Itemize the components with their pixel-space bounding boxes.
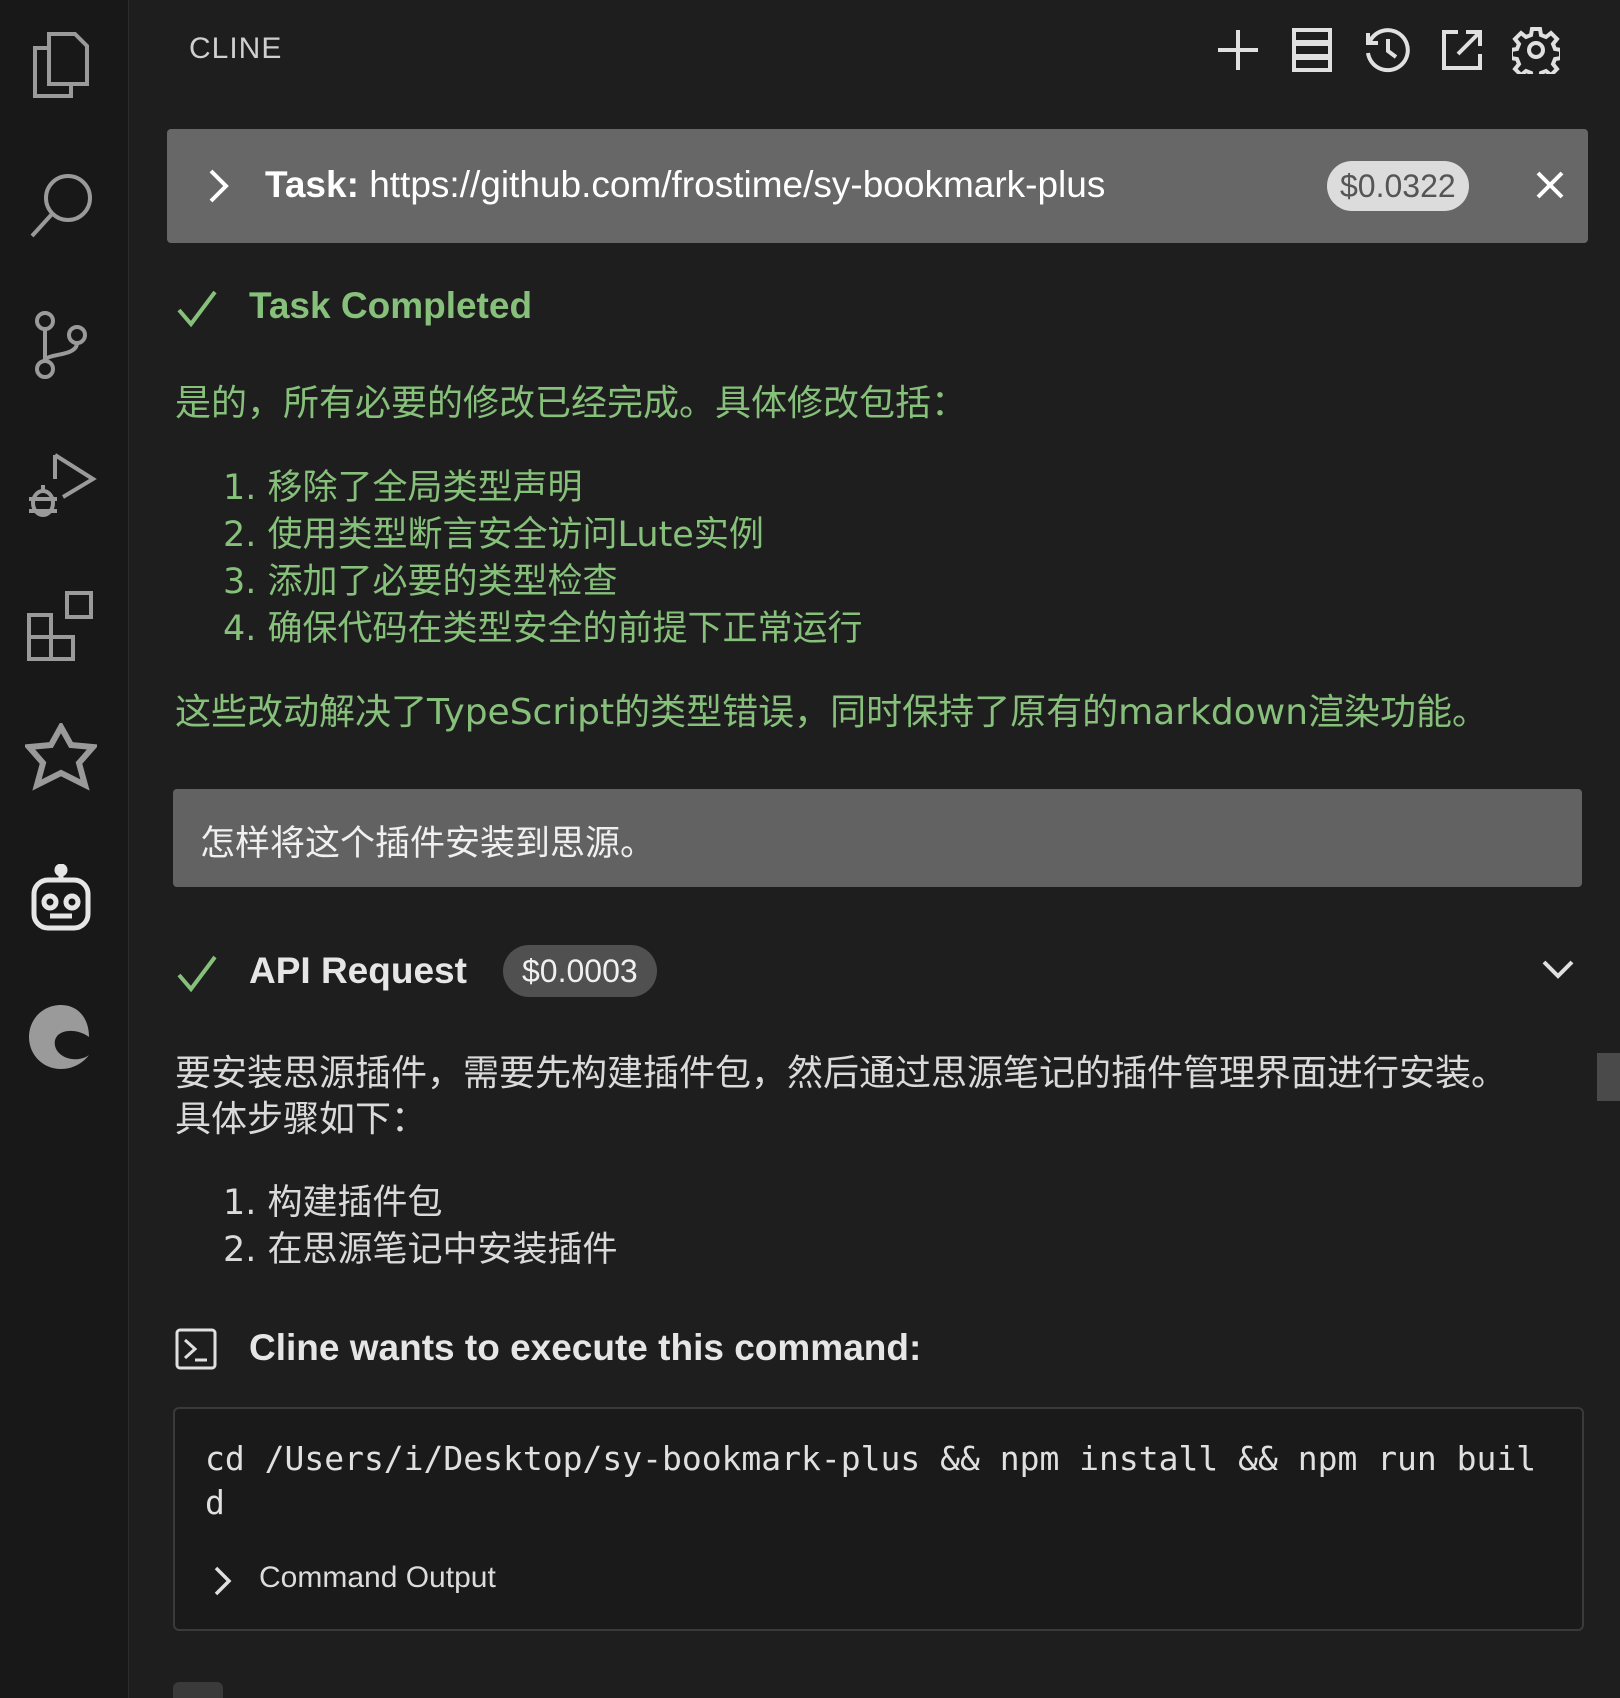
list-item: 2. 在思源笔记中安装插件 <box>223 1230 618 1270</box>
list-item: 1. 移除了全局类型声明 <box>223 468 583 508</box>
panel-title: CLINE <box>189 32 283 65</box>
gemini-icon[interactable] <box>22 720 100 798</box>
command-output-toggle[interactable]: Command Output <box>259 1561 496 1595</box>
cline-robot-icon[interactable] <box>22 860 100 938</box>
terminal-icon <box>175 1328 217 1374</box>
completion-list: 1. 移除了全局类型声明 2. 使用类型断言安全访问Lute实例 3. 添加了必… <box>223 465 863 653</box>
user-message: 怎样将这个插件安装到思源。 <box>173 789 1582 887</box>
command-code: cd /Users/i/Desktop/sy-bookmark-plus && … <box>205 1439 1537 1522</box>
task-header[interactable]: Task: https://github.com/frostime/sy-boo… <box>167 129 1588 243</box>
open-in-editor-icon[interactable] <box>1434 22 1490 78</box>
check-icon <box>175 288 219 332</box>
task-label: Task: <box>265 164 359 205</box>
completion-summary: 这些改动解决了TypeScript的类型错误，同时保持了原有的markdown渲… <box>175 692 1489 733</box>
search-icon[interactable] <box>22 166 100 244</box>
response-list: 1. 构建插件包 2. 在思源笔记中安装插件 <box>223 1180 618 1274</box>
edge-icon[interactable] <box>22 998 100 1076</box>
user-message-text: 怎样将这个插件安装到思源。 <box>200 824 656 864</box>
run-debug-icon[interactable] <box>22 446 100 524</box>
task-description: Task: https://github.com/frostime/sy-boo… <box>265 164 1105 206</box>
chevron-right-icon[interactable] <box>213 1565 233 1601</box>
cline-panel: CLINE Task: https://github.com/frostime/… <box>129 0 1620 1698</box>
api-cost-badge: $0.0003 <box>503 945 657 997</box>
chevron-right-icon[interactable] <box>207 167 231 209</box>
list-item: 2. 使用类型断言安全访问Lute实例 <box>223 515 764 555</box>
list-item: 1. 构建插件包 <box>223 1183 443 1223</box>
activity-bar <box>0 0 129 1698</box>
command-block: cd /Users/i/Desktop/sy-bookmark-plus && … <box>173 1407 1584 1631</box>
api-request-title[interactable]: API Request <box>249 950 467 992</box>
scrollbar-thumb[interactable] <box>1597 1053 1620 1101</box>
gear-icon[interactable] <box>1508 22 1564 78</box>
completion-intro: 是的，所有必要的修改已经完成。具体修改包括： <box>175 383 968 424</box>
panel-header: CLINE <box>129 0 1620 100</box>
extensions-icon[interactable] <box>22 586 100 664</box>
history-icon[interactable] <box>1359 22 1415 78</box>
response-line-2: 具体步骤如下： <box>175 1099 428 1140</box>
task-url: https://github.com/frostime/sy-bookmark-… <box>369 164 1106 205</box>
files-icon[interactable] <box>22 26 100 104</box>
chevron-down-icon[interactable] <box>1541 958 1575 984</box>
list-item: 3. 添加了必要的类型检查 <box>223 562 618 602</box>
task-completed-title: Task Completed <box>249 285 533 326</box>
check-icon <box>175 953 219 997</box>
command-title: Cline wants to execute this command: <box>249 1327 922 1368</box>
list-item: 4. 确保代码在类型安全的前提下正常运行 <box>223 609 863 649</box>
response-line-1: 要安装思源插件，需要先构建插件包，然后通过思源笔记的插件管理界面进行安装。 <box>175 1053 1508 1094</box>
mcp-servers-icon[interactable] <box>1284 22 1340 78</box>
source-control-icon[interactable] <box>22 306 100 384</box>
auto-approve-checkbox[interactable] <box>173 1682 223 1698</box>
task-cost-badge: $0.0322 <box>1327 161 1469 211</box>
close-icon[interactable] <box>1532 167 1568 207</box>
plus-icon[interactable] <box>1210 22 1266 78</box>
